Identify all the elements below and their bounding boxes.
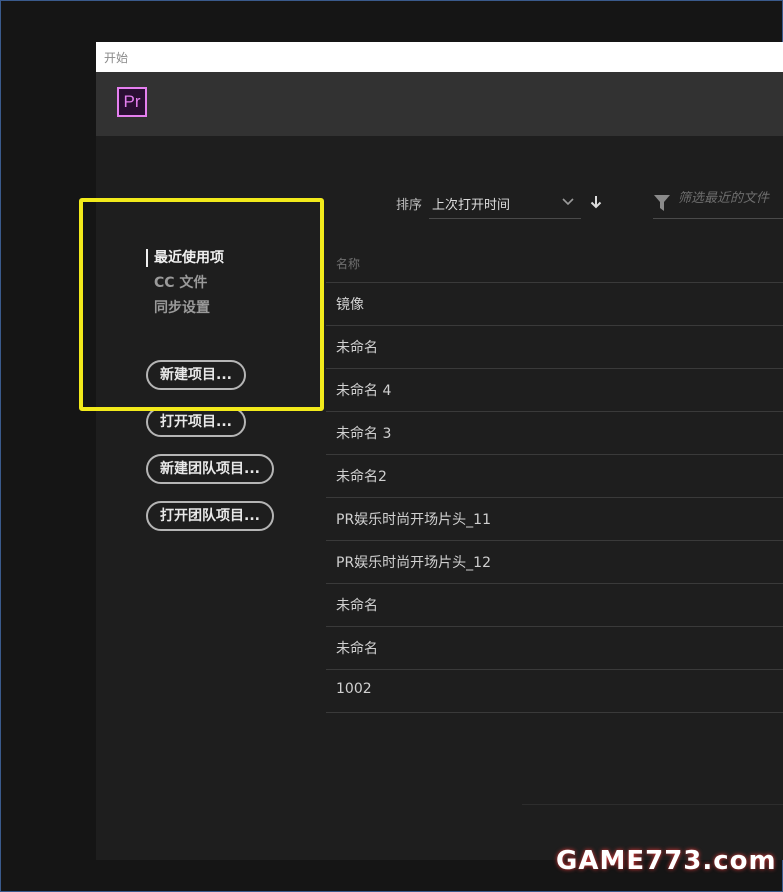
list-item[interactable]: PR娱乐时尚开场片头_12	[326, 541, 783, 584]
sort-label: 排序	[396, 198, 423, 213]
new-team-project-button[interactable]: 新建团队项目...	[146, 454, 274, 484]
arrow-down-icon[interactable]	[590, 194, 602, 213]
window-title: 开始	[104, 51, 129, 65]
list-item[interactable]: PR娱乐时尚开场片头_11	[326, 498, 783, 541]
filter-field[interactable]	[653, 186, 783, 219]
title-bar: 开始	[96, 42, 783, 72]
filter-recent-files-input[interactable]	[678, 191, 783, 206]
sidebar-nav: 最近使用项 CC 文件 同步设置	[146, 248, 224, 323]
column-header-name: 名称	[336, 257, 361, 271]
filter-funnel-icon	[654, 194, 670, 216]
list-column-header: 名称	[326, 242, 783, 283]
list-item[interactable]: 1002	[326, 670, 783, 713]
site-watermark: GAME773.com	[556, 846, 777, 876]
list-item[interactable]: 镜像	[326, 283, 783, 326]
sort-dropdown-value: 上次打开时间	[432, 198, 511, 213]
list-item[interactable]: 未命名2	[326, 455, 783, 498]
new-project-button[interactable]: 新建项目...	[146, 360, 246, 390]
sidebar-item-sync-settings[interactable]: 同步设置	[146, 298, 224, 323]
premiere-pro-logo-icon: Pr	[117, 87, 147, 117]
list-item[interactable]: 未命名	[326, 627, 783, 670]
watermark-text: GAME773.com	[556, 846, 777, 876]
divider	[522, 804, 783, 805]
sidebar-item-recent[interactable]: 最近使用项	[146, 248, 224, 273]
start-window: 开始 Pr 最近使用项 CC 文件 同步设置 新建项目... 打开项目... 新…	[96, 42, 783, 860]
list-item[interactable]: 未命名 3	[326, 412, 783, 455]
sort-dropdown[interactable]: 上次打开时间	[429, 186, 581, 219]
sidebar-item-cc-files[interactable]: CC 文件	[146, 273, 224, 298]
list-item[interactable]: 未命名 4	[326, 369, 783, 412]
recent-files-list: 名称 镜像 未命名 未命名 4 未命名 3 未命名2 PR娱乐时尚开场片头_11…	[326, 242, 783, 713]
open-project-button[interactable]: 打开项目...	[146, 407, 246, 437]
open-team-project-button[interactable]: 打开团队项目...	[146, 501, 274, 531]
chevron-down-icon	[561, 194, 575, 213]
list-item[interactable]: 未命名	[326, 326, 783, 369]
app-header: Pr	[96, 72, 783, 136]
list-item[interactable]: 未命名	[326, 584, 783, 627]
